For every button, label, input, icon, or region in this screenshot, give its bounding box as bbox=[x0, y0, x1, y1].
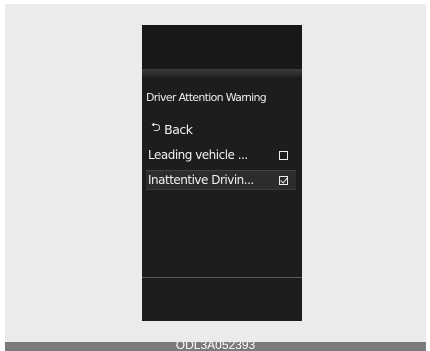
checkbox-checked[interactable] bbox=[279, 175, 288, 185]
display-header-bar bbox=[142, 69, 302, 77]
back-arrow-icon: ⮌ bbox=[151, 119, 161, 134]
figure-caption: ODL3A052393 bbox=[175, 342, 256, 351]
caption-bar: ODL3A052393 bbox=[5, 342, 426, 351]
menu-title: Driver Attention Warning bbox=[146, 91, 267, 104]
menu-item-label: Inattentive Drivin... bbox=[148, 173, 254, 187]
menu-item-label: Leading vehicle ... bbox=[148, 148, 248, 162]
menu-item-leading-vehicle[interactable]: Leading vehicle ... bbox=[148, 146, 296, 164]
back-label: Back bbox=[164, 121, 193, 137]
bottom-divider bbox=[142, 277, 302, 278]
cluster-display: Driver Attention Warning ⮌ Back Leading … bbox=[142, 25, 302, 321]
checkbox-unchecked[interactable] bbox=[279, 150, 288, 160]
display-top-band bbox=[142, 25, 302, 71]
back-menu-item[interactable]: ⮌ Back bbox=[151, 120, 299, 138]
menu-item-inattentive-driving[interactable]: Inattentive Drivin... bbox=[146, 170, 296, 190]
